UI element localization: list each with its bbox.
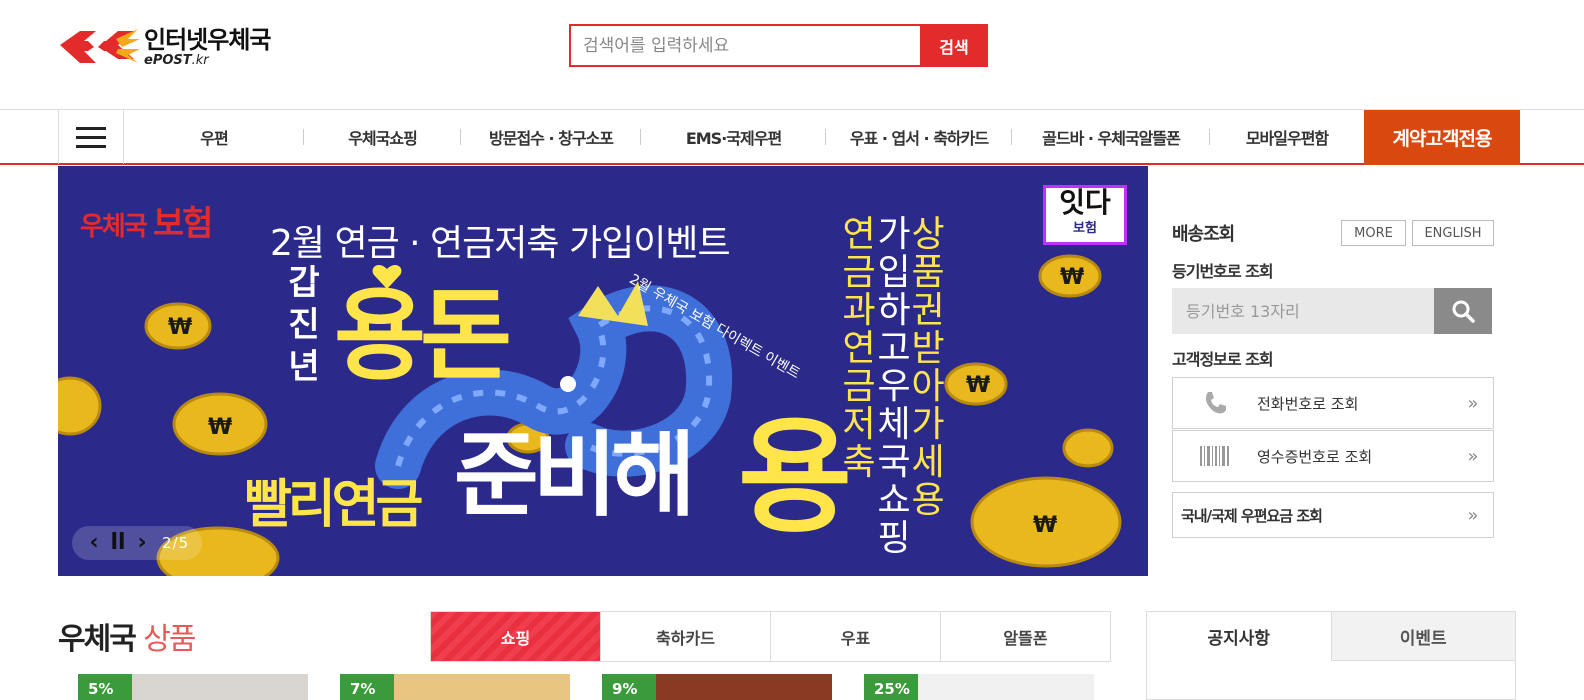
svg-text:₩: ₩ bbox=[1033, 513, 1057, 538]
main-nav: 우편 우체국쇼핑 방문접수 · 창구소포 EMS·국제우편 우표 · 엽서 · … bbox=[0, 109, 1584, 165]
discount-badge: 25% bbox=[864, 674, 918, 700]
customer-info-title: 고객정보로 조회 bbox=[1172, 350, 1274, 369]
barcode-icon bbox=[1173, 446, 1257, 466]
svg-text:₩: ₩ bbox=[168, 315, 192, 340]
product-card[interactable]: 9% bbox=[602, 674, 832, 700]
postage-fee-label: 국내/국제 우편요금 조회 bbox=[1181, 506, 1323, 525]
discount-badge: 7% bbox=[340, 674, 394, 700]
phone-lookup-link[interactable]: 전화번호로 조회 » bbox=[1172, 377, 1494, 429]
svg-text:₩: ₩ bbox=[1060, 265, 1084, 290]
search-input[interactable] bbox=[569, 24, 920, 67]
slide-counter: 2/5 bbox=[162, 534, 190, 552]
tracking-number-input[interactable] bbox=[1172, 288, 1434, 334]
tab-shopping[interactable]: 쇼핑 bbox=[431, 612, 601, 661]
phone-icon bbox=[1173, 390, 1257, 416]
banner-insurance-logo: 우체국 보험 bbox=[80, 204, 213, 244]
banner-side-col-1: 연금과연금저축 bbox=[842, 214, 875, 483]
next-slide-icon[interactable]: › bbox=[132, 531, 152, 555]
banner-event-text: 2월 연금 · 연금저축 가입이벤트 bbox=[270, 223, 731, 264]
menu-icon[interactable] bbox=[58, 110, 124, 164]
product-card[interactable]: 7% bbox=[340, 674, 570, 700]
receipt-lookup-link[interactable]: 영수증번호로 조회 » bbox=[1172, 430, 1494, 482]
product-card[interactable]: 25% bbox=[864, 674, 1094, 700]
products-section-title: 우체국 상품 bbox=[58, 622, 196, 657]
tracking-search bbox=[1172, 288, 1492, 334]
nav-item-mobile-mailbox[interactable]: 모바일우편함 bbox=[1210, 125, 1364, 149]
nav-item-shopping[interactable]: 우체국쇼핑 bbox=[304, 125, 461, 149]
logo-mark-icon bbox=[58, 25, 140, 69]
english-button[interactable]: ENGLISH bbox=[1412, 220, 1494, 246]
double-chevron-right-icon: » bbox=[1467, 504, 1479, 526]
epost-logo[interactable]: 인터넷우체국 ePOST.kr bbox=[58, 24, 288, 70]
epost-page: 인터넷우체국 ePOST.kr 검색 우편 우체국쇼핑 방문접수 · 창구소포 … bbox=[0, 0, 1584, 700]
prev-slide-icon[interactable]: ‹ bbox=[84, 531, 104, 555]
phone-lookup-label: 전화번호로 조회 bbox=[1257, 394, 1359, 413]
logo-subtitle: ePOST.kr bbox=[144, 52, 209, 68]
banner-side-col-3: 상품권받아가세용 bbox=[911, 214, 944, 521]
pause-icon[interactable]: ll bbox=[108, 531, 128, 555]
discount-badge: 9% bbox=[602, 674, 656, 700]
contract-customer-button[interactable]: 계약고객전용 bbox=[1364, 110, 1520, 165]
receipt-lookup-label: 영수증번호로 조회 bbox=[1257, 447, 1373, 466]
more-button[interactable]: MORE bbox=[1341, 220, 1406, 246]
nav-item-mail[interactable]: 우편 bbox=[124, 125, 304, 149]
banner-headline-2-mid: 준비해 bbox=[454, 422, 696, 529]
main-banner[interactable]: ₩ ₩ ₩ ₩ ₩ 우체국 보험 2월 연금 · 연금저축 가입이벤트 갑진년 … bbox=[58, 166, 1148, 576]
tab-notices[interactable]: 공지사항 bbox=[1147, 612, 1331, 661]
nav-item-goldbar[interactable]: 골드바 · 우체국알뜰폰 bbox=[1012, 125, 1210, 149]
product-card[interactable]: 5% bbox=[78, 674, 308, 700]
banner-headline-2-left: 빨리연금 bbox=[244, 475, 423, 535]
magnifier-icon bbox=[1452, 300, 1475, 323]
search-button[interactable]: 검색 bbox=[920, 24, 988, 67]
postage-fee-link[interactable]: 국내/국제 우편요금 조회 » bbox=[1172, 492, 1494, 538]
svg-text:₩: ₩ bbox=[208, 415, 232, 440]
banner-headline-2-right: 용 bbox=[738, 406, 852, 550]
tab-stamps[interactable]: 우표 bbox=[771, 612, 941, 661]
registered-number-title: 등기번호로 조회 bbox=[1172, 262, 1274, 281]
banner-headline-1: 용돈 bbox=[334, 277, 512, 394]
products-tabs: 쇼핑 축하카드 우표 알뜰폰 bbox=[430, 611, 1111, 662]
nav-item-stamps[interactable]: 우표 · 엽서 · 축하카드 bbox=[826, 125, 1012, 149]
double-chevron-right-icon: » bbox=[1467, 445, 1479, 467]
logo-title: 인터넷우체국 bbox=[144, 25, 271, 54]
banner-side-col-2: 가입하고우체국쇼핑 bbox=[877, 214, 910, 559]
banner-year-text: 갑진년 bbox=[288, 263, 320, 387]
double-chevron-right-icon: » bbox=[1467, 392, 1479, 414]
notice-panel: 공지사항 이벤트 bbox=[1146, 611, 1516, 700]
tab-events[interactable]: 이벤트 bbox=[1330, 612, 1515, 661]
tracking-search-button[interactable] bbox=[1434, 288, 1492, 334]
svg-text:₩: ₩ bbox=[966, 373, 990, 398]
site-search: 검색 bbox=[569, 24, 988, 67]
nav-item-parcel[interactable]: 방문접수 · 창구소포 bbox=[461, 125, 641, 149]
idda-insurance-logo: 잇다 보험 bbox=[1040, 182, 1130, 248]
banner-slide-controls: ‹ ll › 2/5 bbox=[72, 526, 202, 560]
tab-greeting-card[interactable]: 축하카드 bbox=[601, 612, 771, 661]
panel-title: 배송조회 bbox=[1172, 224, 1235, 245]
nav-item-ems[interactable]: EMS·국제우편 bbox=[641, 125, 826, 149]
discount-badge: 5% bbox=[78, 674, 132, 700]
tab-mobile-plan[interactable]: 알뜰폰 bbox=[941, 612, 1110, 661]
